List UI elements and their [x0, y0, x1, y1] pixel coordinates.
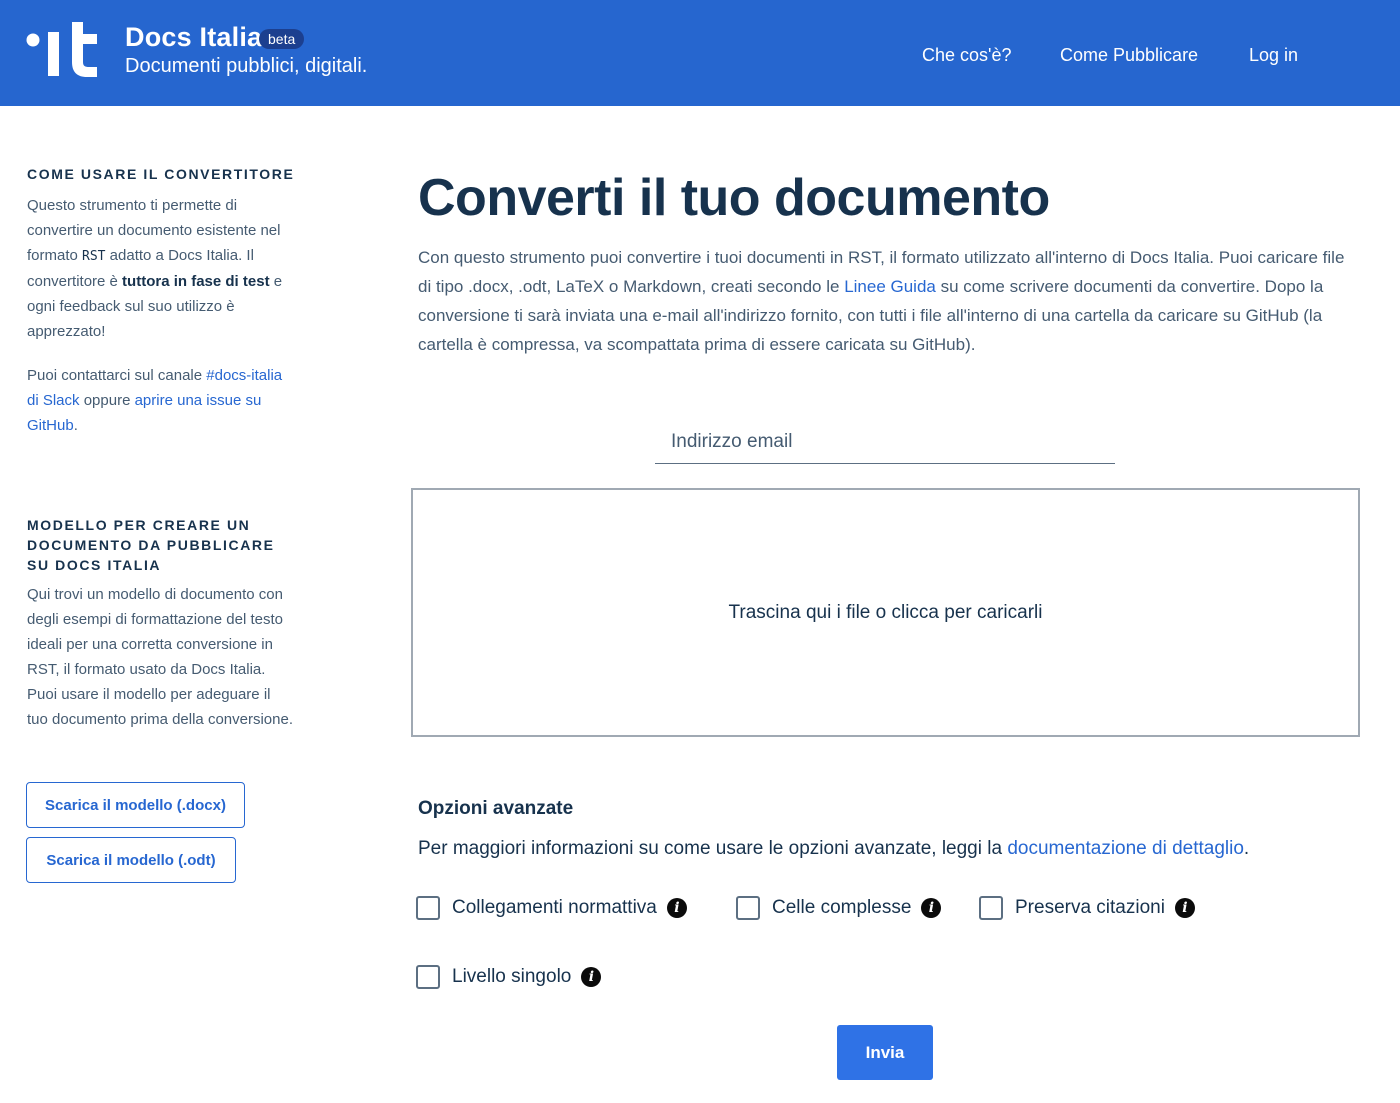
text: .	[1243, 838, 1250, 859]
sidebar-how-to-text: Questo strumento ti permette di converti…	[27, 193, 295, 344]
download-odt-button[interactable]: Scarica il modello (.odt)	[26, 837, 236, 883]
email-field-wrapper	[655, 420, 1115, 464]
info-icon[interactable]: i	[666, 898, 687, 918]
option-collegamenti-normattiva: Collegamenti normattiva i	[416, 893, 687, 923]
beta-badge: beta	[259, 29, 305, 49]
checkbox-livello-singolo[interactable]	[416, 965, 440, 989]
info-icon[interactable]: i	[921, 898, 942, 918]
option-livello-singolo: Livello singolo i	[416, 962, 602, 992]
nav-che-cose[interactable]: Che cos'è?	[922, 45, 1012, 66]
page-title: Converti il tuo documento	[418, 169, 1050, 227]
option-celle-complesse: Celle complesse i	[736, 893, 942, 923]
text: Per maggiori informazioni su come usare …	[418, 838, 1008, 859]
download-docx-button[interactable]: Scarica il modello (.docx)	[26, 782, 245, 828]
nav-log-in[interactable]: Log in	[1249, 45, 1298, 66]
bold-text: tuttora in fase di test	[122, 273, 270, 290]
email-input[interactable]	[655, 420, 1115, 463]
header-bar: Docs Italia beta Documenti pubblici, dig…	[0, 0, 1400, 106]
guidelines-link[interactable]: Linee Guida	[844, 277, 936, 296]
option-label[interactable]: Celle complesse	[772, 897, 911, 919]
nav-come-pubblicare[interactable]: Come Pubblicare	[1060, 45, 1198, 66]
file-dropzone[interactable]: Trascina qui i file o clicca per caricar…	[411, 488, 1360, 737]
submit-button[interactable]: Invia	[837, 1025, 933, 1080]
advanced-options-title: Opzioni avanzate	[418, 798, 574, 819]
sidebar-contact-text: Puoi contattarci sul canale #docs-italia…	[27, 363, 295, 438]
info-icon[interactable]: i	[1174, 898, 1195, 918]
checkbox-celle-complesse[interactable]	[736, 896, 760, 920]
rst-code: RST	[82, 249, 106, 264]
option-preserva-citazioni: Preserva citazioni i	[979, 893, 1195, 923]
option-label[interactable]: Preserva citazioni	[1015, 897, 1165, 919]
text: .	[73, 417, 78, 434]
text: Puoi contattarci sul canale	[27, 367, 207, 384]
intro-text: Con questo strumento puoi convertire i t…	[418, 243, 1362, 359]
dropzone-text: Trascina qui i file o clicca per caricar…	[728, 601, 1043, 623]
checkbox-collegamenti-normattiva[interactable]	[416, 896, 440, 920]
sidebar-template-text: Qui trovi un modello di documento con de…	[27, 586, 293, 728]
detailed-docs-link[interactable]: documentazione di dettaglio	[1007, 838, 1244, 859]
option-label[interactable]: Livello singolo	[452, 966, 571, 988]
brand-subtitle: Documenti pubblici, digitali.	[125, 55, 368, 77]
text: oppure	[79, 392, 135, 409]
advanced-options-desc: Per maggiori informazioni su come usare …	[418, 838, 1249, 860]
brand-title[interactable]: Docs Italia	[125, 22, 262, 53]
info-icon[interactable]: i	[581, 967, 602, 987]
docs-italia-logo-icon[interactable]	[26, 22, 98, 78]
checkbox-preserva-citazioni[interactable]	[979, 896, 1003, 920]
sidebar-title-how-to-use: Come usare il convertitore	[27, 166, 295, 182]
sidebar-title-template: Modello per creare un documento da pubbl…	[27, 517, 275, 573]
option-label[interactable]: Collegamenti normattiva	[452, 897, 657, 919]
